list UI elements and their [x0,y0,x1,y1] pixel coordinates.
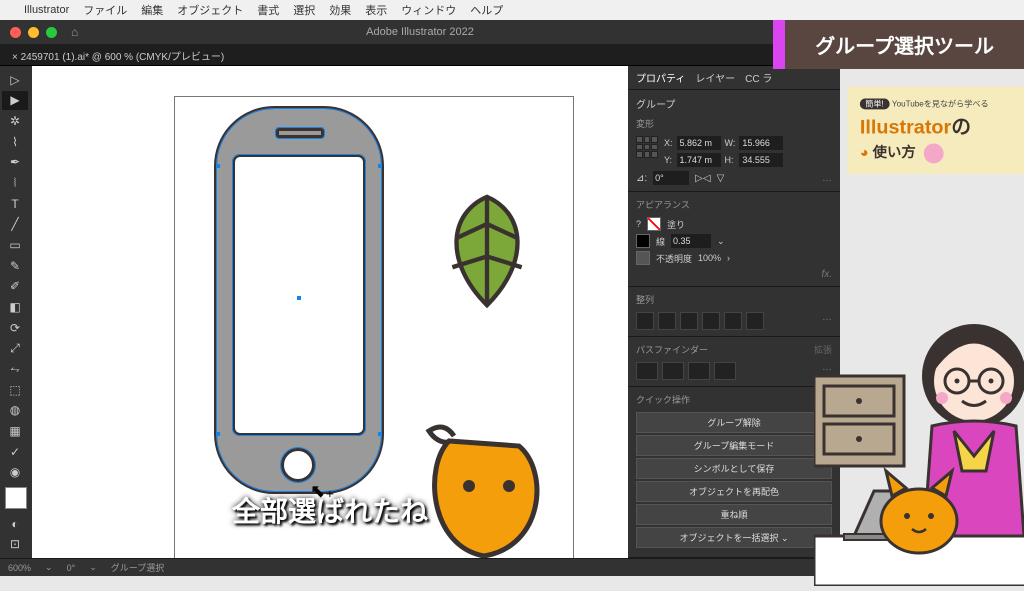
maximize-window-button[interactable] [46,27,57,38]
flip-v-icon[interactable]: ▽ [717,173,725,184]
select-all-button[interactable]: オブジェクトを一括選択 ⌄ [636,527,832,548]
pathfinder-title: パスファインダー [636,343,708,356]
menu-window[interactable]: ウィンドウ [401,2,456,18]
promo-small: YouTubeを見ながら学べる [892,99,989,108]
home-icon[interactable]: ⌂ [71,25,78,39]
opacity-swatch[interactable] [636,251,650,265]
tab-layers[interactable]: レイヤー [695,70,735,85]
arrange-button[interactable]: 重ね順 [636,504,832,525]
app-window: ⌂ Adobe Illustrator 2022 × 2459701 (1).a… [0,20,840,576]
video-overlay-title: グループ選択ツール [785,20,1024,69]
fill-swatch[interactable] [647,217,661,231]
align-vcenter-icon[interactable] [724,312,742,330]
window-title: Adobe Illustrator 2022 [366,26,474,38]
canvas[interactable]: ⬉₊ 全部選ばれたね [32,66,628,558]
macos-menubar: Illustrator ファイル 編集 オブジェクト 書式 選択 効果 表示 ウ… [0,0,1024,20]
menu-view[interactable]: 表示 [365,2,387,18]
eyedropper-tool[interactable]: ✓ [2,442,28,462]
magic-wand-tool[interactable]: ✲ [2,111,28,131]
close-window-button[interactable] [10,27,21,38]
menu-effect[interactable]: 効果 [329,2,351,18]
properties-panel: プロパティ レイヤー CC ラ グループ 変形 X: W: Y: H: [628,66,840,558]
menu-select[interactable]: 選択 [293,2,315,18]
phone-illustration[interactable] [214,106,384,494]
quick-title: クイック操作 [636,393,832,406]
fill-stroke-swatch[interactable] [5,487,27,509]
zoom-level[interactable]: 600% [8,563,31,573]
y-input[interactable] [677,153,721,167]
ungroup-button[interactable]: グループ解除 [636,412,832,433]
rectangle-tool[interactable]: ▭ [2,235,28,255]
character-illustration [814,256,1024,586]
flip-h-icon[interactable]: ▷◁ [695,173,710,184]
menu-edit[interactable]: 編集 [141,2,163,18]
promo-badge: 簡単! [860,99,889,110]
pf-minus-icon[interactable] [662,362,684,380]
mascot-icon: ◕ [860,145,869,161]
shaper-tool[interactable]: ✐ [2,277,28,297]
paintbrush-tool[interactable]: ✎ [2,256,28,276]
subtitle-text: 全部選ばれたね [232,490,428,530]
titlebar: ⌂ Adobe Illustrator 2022 [0,20,840,44]
minimize-window-button[interactable] [28,27,39,38]
w-input[interactable] [739,136,783,150]
menu-type[interactable]: 書式 [257,2,279,18]
align-hcenter-icon[interactable] [658,312,676,330]
gradient-tool[interactable]: ▦ [2,421,28,441]
document-tab[interactable]: × 2459701 (1).ai* @ 600 % (CMYK/プレビュー) [0,44,840,66]
appearance-title: アピアランス [636,198,832,211]
scale-tool[interactable]: ⤢ [2,339,28,359]
pen-tool[interactable]: ✒ [2,153,28,173]
color-mode-toggle[interactable]: ◐ [2,514,28,534]
avatar-icon [923,143,943,163]
align-right-icon[interactable] [680,312,698,330]
align-left-icon[interactable] [636,312,654,330]
shape-builder-tool[interactable]: ◍ [2,401,28,421]
blend-tool[interactable]: ◉ [2,462,28,482]
selection-type: グループ [636,96,832,111]
pf-intersect-icon[interactable] [688,362,710,380]
lasso-tool[interactable]: ⌇ [2,132,28,152]
align-bottom-icon[interactable] [746,312,764,330]
group-selection-tool[interactable]: ▶ [2,91,28,111]
eraser-tool[interactable]: ◧ [2,297,28,317]
tab-properties[interactable]: プロパティ [636,70,685,85]
save-symbol-button[interactable]: シンボルとして保存 [636,458,832,479]
leaf-illustration[interactable] [432,186,542,321]
line-tool[interactable]: ╱ [2,215,28,235]
tab-cclib[interactable]: CC ラ [745,70,772,85]
tool-panel: ▷ ▶ ✲ ⌇ ✒ ⦚ T ╱ ▭ ✎ ✐ ◧ ⟳ ⤢ ⥊ ⬚ ◍ ▦ ✓ ◉ … [0,66,32,558]
rotate-tool[interactable]: ⟳ [2,318,28,338]
menubar-app[interactable]: Illustrator [24,4,69,16]
menu-object[interactable]: オブジェクト [177,2,243,18]
menu-file[interactable]: ファイル [83,2,127,18]
screen-mode[interactable]: ⊡ [2,534,28,554]
opacity-value[interactable]: 100% [698,253,721,263]
free-transform-tool[interactable]: ⬚ [2,380,28,400]
x-input[interactable] [677,136,721,150]
stroke-width-input[interactable] [671,234,711,248]
selection-tool[interactable]: ▷ [2,70,28,90]
orange-illustration[interactable] [414,416,554,558]
stroke-swatch[interactable] [636,234,650,248]
width-tool[interactable]: ⥊ [2,359,28,379]
align-title: 整列 [636,293,832,306]
recolor-button[interactable]: オブジェクトを再配色 [636,481,832,502]
reference-point[interactable] [636,136,658,158]
pf-exclude-icon[interactable] [714,362,736,380]
align-top-icon[interactable] [702,312,720,330]
pf-unite-icon[interactable] [636,362,658,380]
edit-group-button[interactable]: グループ編集モード [636,435,832,456]
promo-card: 簡単! YouTubeを見ながら学べる Illustratorの ◕ 使い方 [847,87,1024,174]
type-tool[interactable]: T [2,194,28,214]
angle-input[interactable] [653,171,689,185]
status-bar: 600%⌄ 0°⌄ グループ選択 [0,558,840,576]
transform-title: 変形 [636,117,832,130]
menu-help[interactable]: ヘルプ [470,2,503,18]
curvature-tool[interactable]: ⦚ [2,173,28,193]
rotate-view[interactable]: 0° [67,563,76,573]
h-input[interactable] [739,153,783,167]
current-tool: グループ選択 [111,561,164,574]
